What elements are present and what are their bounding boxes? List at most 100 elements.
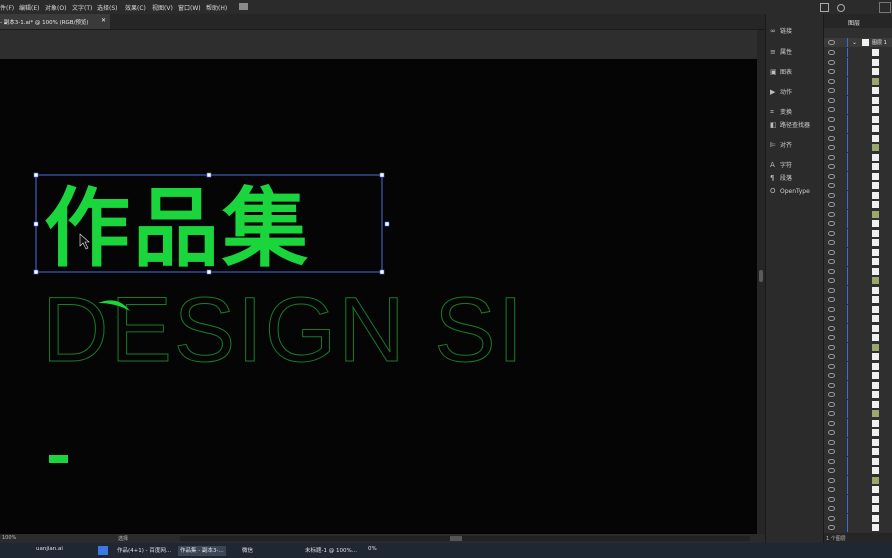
sublayer-row[interactable] bbox=[824, 95, 892, 105]
sublayer-row[interactable] bbox=[824, 209, 892, 219]
h-scroll-thumb[interactable] bbox=[450, 536, 462, 541]
taskbar-item-active[interactable]: 作品集 - 副本3-... bbox=[178, 546, 226, 556]
visibility-eye-icon[interactable] bbox=[828, 430, 835, 435]
sublayer-row[interactable] bbox=[824, 390, 892, 399]
system-tray[interactable] bbox=[818, 547, 888, 555]
taskbar-item[interactable]: uanjian.ai bbox=[36, 546, 63, 556]
document-tab[interactable]: - 副本3-1.ai* @ 100% (RGB/预览) ✕ bbox=[0, 14, 110, 29]
layers-tab[interactable]: 图层 bbox=[848, 18, 860, 27]
visibility-eye-icon[interactable] bbox=[828, 449, 835, 454]
taskbar-item[interactable]: 作品(4+1) - 百度网... bbox=[117, 546, 171, 556]
visibility-eye-icon[interactable] bbox=[828, 344, 835, 350]
sublayer-row[interactable] bbox=[824, 323, 892, 333]
selection-handle[interactable] bbox=[33, 269, 39, 275]
sublayer-row[interactable] bbox=[824, 494, 892, 504]
sublayer-row[interactable] bbox=[824, 67, 892, 76]
layer-name[interactable]: 图层 1 bbox=[872, 39, 887, 46]
sublayer-row[interactable] bbox=[824, 456, 892, 466]
visibility-eye-icon[interactable] bbox=[828, 259, 835, 264]
panel-transform[interactable]: ⌗ 变换 bbox=[770, 107, 792, 117]
panel-opentype[interactable]: O OpenType bbox=[770, 187, 810, 197]
visibility-eye-icon[interactable] bbox=[828, 401, 835, 407]
sublayer-row[interactable] bbox=[824, 114, 892, 124]
visibility-eye-icon[interactable] bbox=[828, 221, 835, 226]
sublayer-row[interactable] bbox=[824, 133, 892, 143]
layer-top-row[interactable]: ⌄ 图层 1 bbox=[824, 38, 892, 47]
visibility-eye-icon[interactable] bbox=[828, 420, 835, 426]
visibility-eye-icon[interactable] bbox=[828, 173, 835, 179]
visibility-eye-icon[interactable] bbox=[828, 297, 835, 302]
visibility-eye-icon[interactable] bbox=[828, 515, 835, 521]
sublayer-row[interactable] bbox=[824, 219, 892, 228]
selection-handle[interactable] bbox=[206, 172, 212, 178]
taskbar-item[interactable]: 微信 bbox=[242, 546, 253, 556]
close-tab-icon[interactable]: ✕ bbox=[101, 17, 106, 24]
panel-actions[interactable]: ▶ 动作 bbox=[770, 87, 792, 97]
sublayer-row[interactable] bbox=[824, 152, 892, 162]
selection-handle[interactable] bbox=[33, 221, 39, 227]
visibility-eye-icon[interactable] bbox=[828, 373, 835, 378]
sublayer-row[interactable] bbox=[824, 361, 892, 371]
sublayer-row[interactable] bbox=[824, 48, 892, 57]
panel-pathfinder[interactable]: ◧ 路径查找器 bbox=[770, 120, 810, 130]
expand-chevron-icon[interactable]: ⌄ bbox=[852, 39, 857, 46]
sublayer-row[interactable] bbox=[824, 266, 892, 276]
horizontal-scrollbar[interactable] bbox=[180, 536, 750, 541]
sublayer-row[interactable] bbox=[824, 437, 892, 447]
menu-select[interactable]: 选择(S) bbox=[97, 3, 118, 12]
taskbar-item[interactable]: 未标题-1 @ 100%... bbox=[305, 546, 357, 556]
visibility-eye-icon[interactable] bbox=[828, 468, 835, 473]
sublayer-row[interactable] bbox=[824, 76, 892, 86]
visibility-eye-icon[interactable] bbox=[828, 240, 835, 245]
title-chinese-text[interactable]: 作品集 bbox=[44, 179, 311, 279]
visibility-eye-icon[interactable] bbox=[828, 458, 835, 464]
sublayer-row[interactable] bbox=[824, 285, 892, 295]
visibility-eye-icon[interactable] bbox=[828, 506, 835, 511]
visibility-eye-icon[interactable] bbox=[828, 116, 835, 122]
visibility-eye-icon[interactable] bbox=[828, 78, 835, 84]
visibility-eye-icon[interactable] bbox=[828, 192, 835, 198]
sublayer-row[interactable] bbox=[824, 475, 892, 485]
visibility-eye-icon[interactable] bbox=[828, 97, 835, 103]
visibility-eye-icon[interactable] bbox=[828, 487, 835, 492]
sublayer-row[interactable] bbox=[824, 295, 892, 304]
visibility-eye-icon[interactable] bbox=[828, 268, 835, 274]
sublayer-row[interactable] bbox=[824, 504, 892, 513]
visibility-eye-icon[interactable] bbox=[828, 211, 835, 217]
visibility-eye-icon[interactable] bbox=[828, 316, 835, 321]
sublayer-row[interactable] bbox=[824, 399, 892, 409]
sublayer-row[interactable] bbox=[824, 342, 892, 352]
panel-libraries[interactable]: ▣ 图表 bbox=[770, 67, 792, 77]
visibility-eye-icon[interactable] bbox=[828, 145, 835, 150]
visibility-eye-icon[interactable] bbox=[828, 477, 835, 483]
visibility-eye-icon[interactable] bbox=[828, 164, 835, 169]
arrange-icon[interactable] bbox=[820, 3, 829, 12]
visibility-eye-icon[interactable] bbox=[828, 287, 835, 293]
menu-type[interactable]: 文字(T) bbox=[72, 3, 92, 12]
workspace-switcher-icon[interactable] bbox=[239, 3, 248, 10]
sublayer-row[interactable] bbox=[824, 513, 892, 523]
artboard[interactable]: DESIGN SI 作品集 bbox=[0, 59, 757, 534]
zoom-level[interactable]: 100% bbox=[2, 535, 16, 541]
sublayer-row[interactable] bbox=[824, 418, 892, 428]
search-field[interactable] bbox=[879, 2, 891, 13]
visibility-eye-icon[interactable] bbox=[828, 40, 835, 45]
panel-character[interactable]: A 字符 bbox=[770, 160, 792, 170]
visibility-eye-icon[interactable] bbox=[828, 88, 835, 93]
visibility-eye-icon[interactable] bbox=[828, 50, 835, 55]
sublayer-row[interactable] bbox=[824, 228, 892, 238]
sublayer-row[interactable] bbox=[824, 371, 892, 380]
scroll-thumb[interactable] bbox=[759, 270, 763, 282]
sublayer-row[interactable] bbox=[824, 333, 892, 342]
menu-window[interactable]: 窗口(W) bbox=[178, 3, 201, 12]
visibility-eye-icon[interactable] bbox=[828, 335, 835, 340]
sublayer-row[interactable] bbox=[824, 466, 892, 475]
sublayer-row[interactable] bbox=[824, 238, 892, 247]
sublayer-row[interactable] bbox=[824, 143, 892, 152]
sublayer-row[interactable] bbox=[824, 276, 892, 285]
sublayer-row[interactable] bbox=[824, 352, 892, 361]
visibility-eye-icon[interactable] bbox=[828, 135, 835, 141]
menu-edit[interactable]: 编辑(E) bbox=[19, 3, 39, 12]
sublayer-row[interactable] bbox=[824, 124, 892, 133]
sublayer-row[interactable] bbox=[824, 57, 892, 67]
